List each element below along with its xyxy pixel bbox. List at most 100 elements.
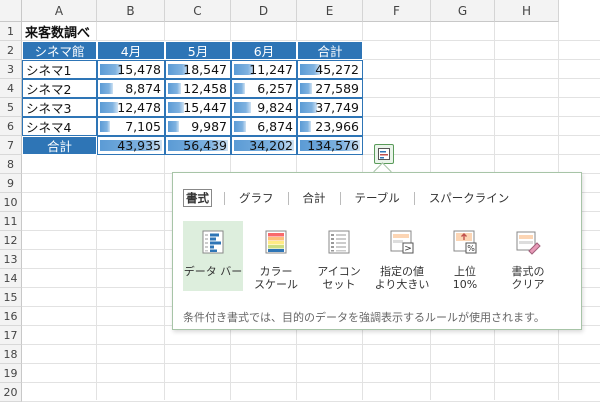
column-header[interactable]: B xyxy=(97,0,165,22)
data-cell[interactable]: 12,458 xyxy=(165,79,231,98)
data-cell[interactable]: 7,105 xyxy=(97,117,165,136)
select-all-corner[interactable] xyxy=(0,0,22,22)
quick-analysis-tools: データ バー カラー スケール アイコン セット > 指定の値 より大きい% 上位 10% 書式のク… xyxy=(183,221,561,291)
column-header[interactable]: F xyxy=(363,0,431,22)
row-header[interactable]: 11 xyxy=(0,212,22,231)
greater-than-icon: > xyxy=(389,229,415,259)
svg-text:>: > xyxy=(404,244,412,254)
row-header[interactable]: 12 xyxy=(0,231,22,250)
column-header[interactable]: D xyxy=(231,0,297,22)
row-header[interactable]: 7 xyxy=(0,136,22,155)
row-header[interactable]: 1 xyxy=(0,22,22,41)
row-header[interactable]: 8 xyxy=(0,155,22,174)
data-cell[interactable]: 9,987 xyxy=(165,117,231,136)
column-header[interactable]: H xyxy=(495,0,559,22)
total-value-cell[interactable]: 56,439 xyxy=(165,136,231,155)
row-header[interactable]: 15 xyxy=(0,288,22,307)
data-bar xyxy=(168,83,181,94)
row-header[interactable]: 14 xyxy=(0,269,22,288)
row-header[interactable]: 16 xyxy=(0,307,22,326)
icon-set-icon xyxy=(326,229,352,259)
table-header-cell[interactable]: 合計 xyxy=(297,41,363,60)
data-cell[interactable]: 6,874 xyxy=(231,117,297,136)
data-cell[interactable]: 12,478 xyxy=(97,98,165,117)
row-label-cell[interactable]: シネマ2 xyxy=(22,79,97,98)
row-label-cell[interactable]: シネマ1 xyxy=(22,60,97,79)
data-cell[interactable]: 45,272 xyxy=(297,60,363,79)
table-header-cell[interactable]: シネマ館 xyxy=(22,41,97,60)
data-cell[interactable]: 8,874 xyxy=(97,79,165,98)
tool-top-ten[interactable]: % 上位 10% xyxy=(435,221,495,291)
column-header[interactable]: G xyxy=(431,0,495,22)
row-header[interactable]: 3 xyxy=(0,60,22,79)
row-header[interactable]: 17 xyxy=(0,326,22,345)
table-header-cell[interactable]: 6月 xyxy=(231,41,297,60)
table-header-cell[interactable]: 5月 xyxy=(165,41,231,60)
row-header[interactable]: 13 xyxy=(0,250,22,269)
row-header[interactable]: 20 xyxy=(0,383,22,402)
color-scale-icon xyxy=(263,229,289,259)
quick-analysis-panel: 書式 グラフ 合計 テーブル スパークライン データ バー カラー スケール アイコン セット >… xyxy=(172,172,582,330)
tool-color-scale[interactable]: カラー スケール xyxy=(246,221,306,291)
tool-data-bar[interactable]: データ バー xyxy=(183,221,243,291)
data-bar xyxy=(234,83,245,94)
tab-2[interactable]: グラフ xyxy=(233,190,280,206)
tool-clear-format[interactable]: 書式の クリア xyxy=(498,221,558,291)
tool-label: 指定の値 より大きい xyxy=(374,265,430,291)
data-cell[interactable]: 23,966 xyxy=(297,117,363,136)
data-bar xyxy=(300,121,311,132)
row-header[interactable]: 19 xyxy=(0,364,22,383)
row-label-cell[interactable]: シネマ4 xyxy=(22,117,97,136)
data-cell[interactable]: 27,589 xyxy=(297,79,363,98)
quick-analysis-button[interactable] xyxy=(374,144,394,164)
tab-4[interactable]: テーブル xyxy=(349,190,406,206)
column-header[interactable]: A xyxy=(22,0,97,22)
tab-3[interactable]: 合計 xyxy=(297,190,332,206)
total-label-cell[interactable]: 合計 xyxy=(22,136,97,155)
quick-analysis-tabs: 書式 グラフ 合計 テーブル スパークライン xyxy=(183,189,515,207)
row-header[interactable]: 6 xyxy=(0,117,22,136)
gridline xyxy=(22,363,600,364)
tab-1[interactable]: 書式 xyxy=(183,189,212,207)
row-header[interactable]: 18 xyxy=(0,345,22,364)
tool-label: データ バー xyxy=(183,265,243,278)
data-cell[interactable]: 11,247 xyxy=(231,60,297,79)
data-bar xyxy=(234,121,246,132)
total-value-cell[interactable]: 43,935 xyxy=(97,136,165,155)
data-cell[interactable]: 9,824 xyxy=(231,98,297,117)
clear-format-icon xyxy=(515,229,541,259)
sheet-title[interactable]: 来客数調べ xyxy=(22,22,162,41)
panel-description: 条件付き書式では、目的のデータを強調表示するルールが使用されます。 xyxy=(183,311,545,324)
row-label-cell[interactable]: シネマ3 xyxy=(22,98,97,117)
row-header[interactable]: 5 xyxy=(0,98,22,117)
row-header[interactable]: 9 xyxy=(0,174,22,193)
top-ten-icon: % xyxy=(452,229,478,259)
total-value-cell[interactable]: 134,576 xyxy=(297,136,363,155)
tab-separator xyxy=(413,191,415,205)
data-cell[interactable]: 6,257 xyxy=(231,79,297,98)
tool-greater-than[interactable]: > 指定の値 より大きい xyxy=(372,221,432,291)
column-header[interactable]: E xyxy=(297,0,363,22)
tab-5[interactable]: スパークライン xyxy=(423,190,516,206)
table-header-cell[interactable]: 4月 xyxy=(97,41,165,60)
tab-separator xyxy=(287,191,289,205)
tool-label: 書式の クリア xyxy=(511,265,545,291)
data-bar xyxy=(100,121,110,132)
data-cell[interactable]: 15,478 xyxy=(97,60,165,79)
row-header[interactable]: 4 xyxy=(0,79,22,98)
data-bar xyxy=(234,102,251,113)
svg-text:%: % xyxy=(467,244,475,253)
tool-label: カラー スケール xyxy=(254,265,298,291)
data-cell[interactable]: 18,547 xyxy=(165,60,231,79)
column-header[interactable]: C xyxy=(165,0,231,22)
gridline xyxy=(22,382,600,383)
tab-separator xyxy=(339,191,341,205)
row-header[interactable]: 10 xyxy=(0,193,22,212)
data-bar xyxy=(168,121,179,132)
data-cell[interactable]: 37,749 xyxy=(297,98,363,117)
row-header[interactable]: 2 xyxy=(0,41,22,60)
total-value-cell[interactable]: 34,202 xyxy=(231,136,297,155)
gridline xyxy=(22,344,600,345)
tool-icon-set[interactable]: アイコン セット xyxy=(309,221,369,291)
data-cell[interactable]: 15,447 xyxy=(165,98,231,117)
